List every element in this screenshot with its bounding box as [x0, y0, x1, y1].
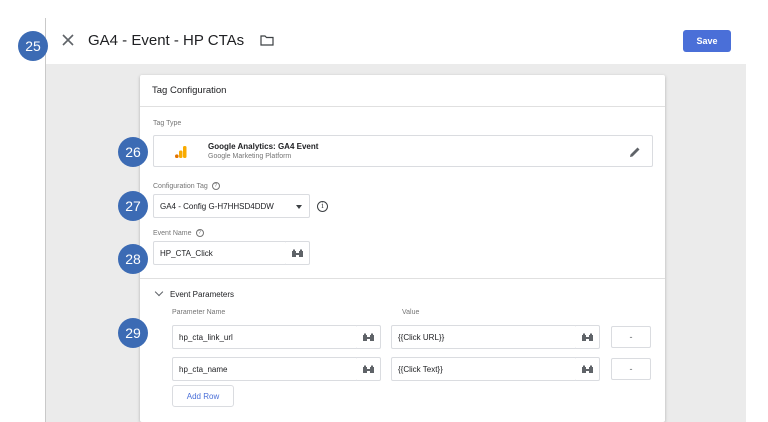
card-title: Tag Configuration — [152, 85, 227, 96]
close-icon[interactable] — [60, 32, 76, 48]
save-button[interactable]: Save — [683, 30, 731, 52]
event-name-input[interactable]: HP_CTA_Click — [153, 241, 287, 265]
folder-icon[interactable] — [260, 33, 274, 46]
card-header: Tag Configuration — [140, 75, 665, 107]
tag-configuration-card: Tag Configuration Tag Type Google Analyt… — [140, 75, 665, 422]
annotation-badge-27: 27 — [118, 191, 148, 221]
ga-logo-icon — [174, 145, 188, 159]
annotation-badge-25: 25 — [18, 31, 48, 61]
annotation-badge-29: 29 — [118, 318, 148, 348]
tag-title[interactable]: GA4 - Event - HP CTAs — [88, 32, 244, 49]
parameter-name-input[interactable]: hp_cta_link_url — [172, 325, 358, 349]
configuration-tag-value: GA4 - Config G-H7HHSD4DDW — [160, 202, 274, 211]
configuration-tag-label: Configuration Tag? — [153, 182, 220, 190]
parameter-name-value: hp_cta_name — [179, 365, 228, 374]
event-name-label: Event Name? — [153, 229, 204, 237]
tag-type-vendor: Google Marketing Platform — [208, 153, 292, 160]
annotation-badge-26: 26 — [118, 137, 148, 167]
remove-row-button[interactable]: - — [611, 326, 651, 348]
variable-icon — [363, 365, 374, 373]
editor-header: GA4 - Event - HP CTAs Save — [46, 18, 746, 64]
parameter-value-header: Value — [402, 309, 420, 316]
parameter-name-value: hp_cta_link_url — [179, 333, 233, 342]
dropdown-caret-icon — [296, 205, 302, 209]
remove-row-button[interactable]: - — [611, 358, 651, 380]
event-name-label-text: Event Name — [153, 229, 192, 237]
variable-picker-button[interactable] — [357, 357, 381, 381]
variable-picker-button[interactable] — [576, 325, 600, 349]
section-divider — [140, 278, 665, 279]
variable-picker-button[interactable] — [357, 325, 381, 349]
event-name-value: HP_CTA_Click — [160, 249, 213, 258]
parameter-name-header: Parameter Name — [172, 309, 226, 316]
parameter-value-input[interactable]: {{Click URL}} — [391, 325, 577, 349]
event-parameters-toggle[interactable]: Event Parameters — [154, 287, 235, 299]
parameter-value-value: {{Click URL}} — [398, 333, 445, 342]
tag-type-name: Google Analytics: GA4 Event — [208, 142, 319, 151]
annotation-badge-28: 28 — [118, 244, 148, 274]
variable-icon — [363, 333, 374, 341]
help-icon[interactable]: ? — [211, 182, 220, 190]
parameter-value-value: {{Click Text}} — [398, 365, 443, 374]
help-icon[interactable]: ? — [195, 229, 204, 237]
variable-icon — [582, 333, 593, 341]
event-parameters-label: Event Parameters — [170, 290, 235, 299]
chevron-down-icon — [154, 287, 164, 297]
variable-icon — [582, 365, 593, 373]
parameter-name-input[interactable]: hp_cta_name — [172, 357, 358, 381]
info-icon[interactable]: i — [317, 201, 328, 212]
variable-picker-button[interactable] — [286, 241, 310, 265]
configuration-tag-select[interactable]: GA4 - Config G-H7HHSD4DDW — [153, 194, 310, 218]
configuration-tag-label-text: Configuration Tag — [153, 182, 208, 190]
variable-icon — [292, 249, 303, 257]
add-row-button[interactable]: Add Row — [172, 385, 234, 407]
tag-type-label: Tag Type — [153, 120, 182, 127]
parameter-value-input[interactable]: {{Click Text}} — [391, 357, 577, 381]
tag-type-selector[interactable]: Google Analytics: GA4 Event Google Marke… — [153, 135, 653, 167]
pencil-icon[interactable] — [628, 145, 642, 159]
variable-picker-button[interactable] — [576, 357, 600, 381]
